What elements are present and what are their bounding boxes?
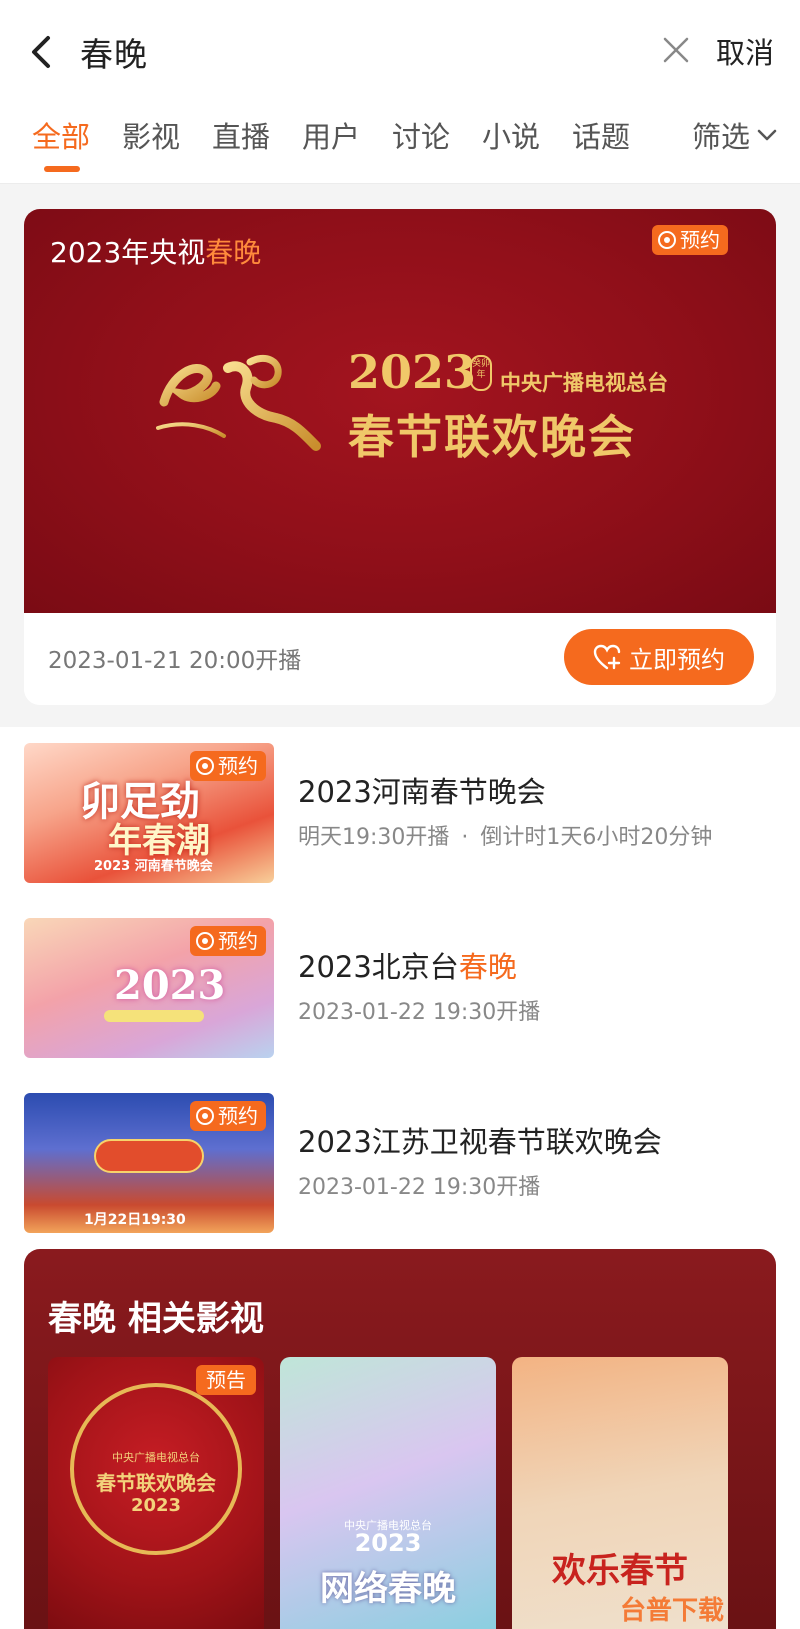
watermark-logo: 台普下载 [620,1596,725,1626]
active-tab-indicator [44,166,80,172]
poster-year: 2023 [130,1495,182,1516]
tab-live[interactable]: 直播 [212,114,270,156]
thumb-caption: 2023 [114,962,226,1009]
thumbnail[interactable]: 2023 预约 [24,918,274,1058]
reserve-badge: 预约 [190,1101,266,1131]
list-item[interactable]: 卯足劲 年春潮 2023 河南春节晚会 预约 2023河南春节晚会 明天19:3… [0,727,800,887]
reserve-now-label: 立即预约 [629,645,725,674]
featured-banner[interactable]: 2023年央视春晚 预约 2023 癸卯年 中央广播电视总台 春节联欢晚会 [24,209,776,613]
poster-org: 中央广播电视总台 [112,1451,200,1464]
related-card: 春晚 相关影视 中央广播电视总台 春节联欢晚会 2023 预告 中央广播电视总台… [24,1249,776,1629]
related-poster[interactable]: 欢乐春节 [512,1357,728,1629]
thumb-caption: 1月22日19:30 [84,1212,186,1228]
item-meta: 2023-01-22 19:30开播 [298,994,540,1026]
thumb-caption: 2023 河南春节晚会 [94,859,213,874]
featured-title-highlight: 春晚 [205,236,262,269]
thumbnail[interactable]: 1月22日19:30 预约 [24,1093,274,1233]
list-item[interactable]: 1月22日19:30 预约 2023江苏卫视春节联欢晚会 2023-01-22 … [0,1077,800,1237]
reserve-badge: 预约 [190,926,266,956]
search-input[interactable]: 春晚 [80,28,148,76]
chevron-down-icon[interactable] [756,128,778,142]
banner-year: 2023 [348,345,477,399]
featured-title: 2023年央视春晚 [50,231,261,271]
trailer-badge: 预告 [196,1365,256,1395]
item-time: 明天19:30开播 [298,825,450,850]
back-arrow-icon[interactable] [26,32,56,72]
reserve-badge-label: 预约 [218,754,258,778]
item-title-text: 2023江苏卫视春节联欢晚会 [298,1125,662,1159]
tab-all[interactable]: 全部 [32,114,90,156]
banner-name: 春节联欢晚会 [348,410,636,464]
poster-year: 2023 [354,1529,422,1557]
poster-name: 欢乐春节 [552,1551,688,1591]
related-title: 春晚 相关影视 [48,1299,264,1339]
filter-button[interactable]: 筛选 [692,114,750,156]
reserve-badge-label: 预约 [218,1104,258,1128]
featured-section: 2023年央视春晚 预约 2023 癸卯年 中央广播电视总台 春节联欢晚会 20… [0,185,800,727]
featured-footer: 2023-01-21 20:00开播 立即预约 [24,613,776,705]
gala-logo-icon [156,355,321,451]
search-bar: 春晚 取消 [0,0,800,108]
thumb-art [104,1010,204,1022]
tab-novel[interactable]: 小说 [482,114,540,156]
reserve-badge: 预约 [190,751,266,781]
category-tabs: 全部 影视 直播 用户 讨论 小说 话题 筛选 [0,108,800,184]
tab-topic[interactable]: 话题 [572,114,630,156]
related-poster[interactable]: 中央广播电视总台 春节联欢晚会 2023 预告 [48,1357,264,1629]
record-icon [196,1107,214,1125]
item-meta: 明天19:30开播 · 倒计时1天6小时20分钟 [298,819,712,851]
banner-org: 中央广播电视总台 [500,371,668,395]
trailer-badge-label: 预告 [206,1368,246,1392]
item-title: 2023江苏卫视春节联欢晚会 [298,1119,662,1161]
reserve-badge: 预约 [652,225,728,255]
item-title-text: 2023北京台 [298,950,459,984]
heart-plus-icon [593,644,621,670]
cancel-button[interactable]: 取消 [716,30,774,72]
featured-card[interactable]: 2023年央视春晚 预约 2023 癸卯年 中央广播电视总台 春节联欢晚会 20… [24,209,776,705]
thumb-art [94,1139,204,1173]
item-time: 2023-01-22 19:30开播 [298,1000,541,1025]
item-title: 2023河南春节晚会 [298,769,546,811]
record-icon [196,757,214,775]
item-title-text: 2023河南春节晚会 [298,775,546,809]
list-item[interactable]: 2023 预约 2023北京台春晚 2023-01-22 19:30开播 [0,902,800,1062]
poster-name: 春节联欢晚会 [96,1471,216,1495]
featured-time: 2023-01-21 20:00开播 [48,648,302,674]
reserve-badge-label: 预约 [218,929,258,953]
record-icon [196,932,214,950]
item-title-highlight: 春晚 [458,950,517,984]
clear-icon[interactable] [662,36,690,64]
tab-users[interactable]: 用户 [302,114,360,156]
item-meta: 2023-01-22 19:30开播 [298,1169,540,1201]
tab-video[interactable]: 影视 [122,114,180,156]
related-poster[interactable]: 中央广播电视总台 2023 网络春晚 [280,1357,496,1629]
item-title: 2023北京台春晚 [298,944,517,986]
related-section: 春晚 相关影视 中央广播电视总台 春节联欢晚会 2023 预告 中央广播电视总台… [0,1243,800,1629]
banner-seal: 癸卯年 [470,355,492,391]
reserve-now-button[interactable]: 立即预约 [564,629,754,685]
record-icon [658,231,676,249]
featured-title-prefix: 2023年央视 [50,236,206,269]
thumbnail[interactable]: 卯足劲 年春潮 2023 河南春节晚会 预约 [24,743,274,883]
tab-discussion[interactable]: 讨论 [392,114,450,156]
meta-separator: · [461,825,469,850]
poster-name: 网络春晚 [320,1569,456,1609]
item-countdown: 倒计时1天6小时20分钟 [480,825,713,850]
reserve-badge-label: 预约 [680,228,720,252]
result-list: 卯足劲 年春潮 2023 河南春节晚会 预约 2023河南春节晚会 明天19:3… [0,727,800,1243]
item-time: 2023-01-22 19:30开播 [298,1175,541,1200]
